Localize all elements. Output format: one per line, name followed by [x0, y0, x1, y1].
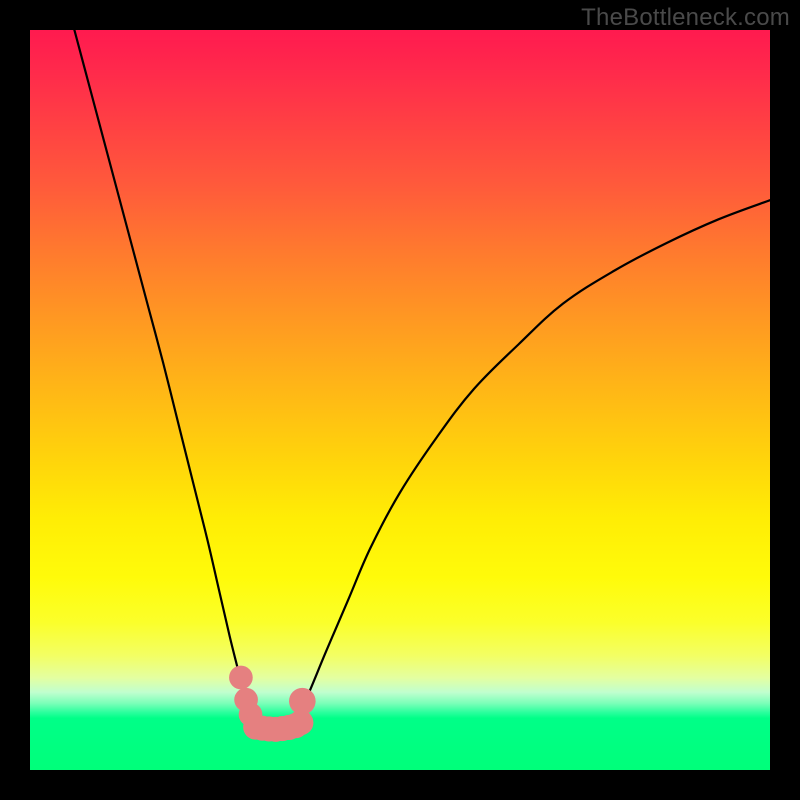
curve-left-branch — [74, 30, 252, 718]
attribution-text: TheBottleneck.com — [581, 4, 790, 32]
highlight-dot — [229, 666, 253, 690]
curve-right-branch — [296, 200, 770, 718]
highlight-dot — [288, 710, 313, 735]
chart-frame: TheBottleneck.com — [0, 0, 800, 800]
highlight-dots — [229, 666, 316, 742]
plot-overlay — [30, 30, 770, 770]
